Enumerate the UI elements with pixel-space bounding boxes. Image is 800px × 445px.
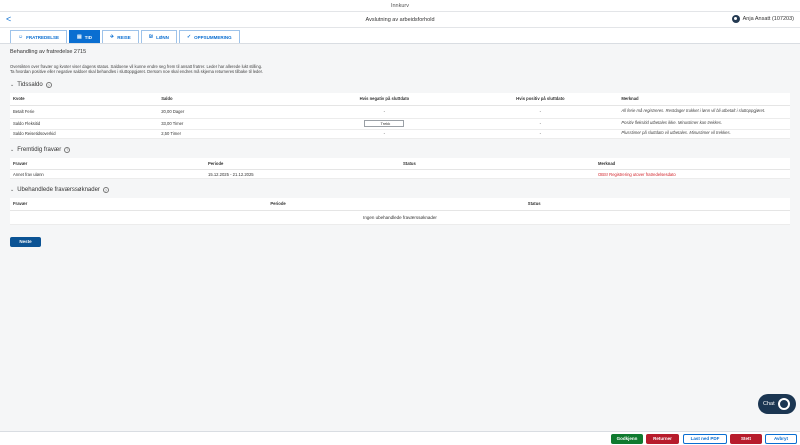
cell-pos: - [462,129,619,139]
tab-tid[interactable]: ▤ TID [69,30,101,43]
stop-button[interactable]: Stett [730,434,762,444]
user-menu[interactable]: Anja Ansatt (107203) [731,15,794,23]
column-header: Fravær [10,157,205,170]
cell-neg: - [306,129,463,139]
cell-merknad: Positiv fleksitid utbetales ikke. Minust… [618,118,790,130]
back-button[interactable]: < [6,14,11,24]
section-title: Tidssaldo [17,82,43,88]
info-icon[interactable]: ? [64,146,71,153]
tab-label: FRATREDELSE [26,34,60,40]
table-row: Betalt Ferie 20,00 Dager - - All ferie m… [10,105,790,119]
tidssaldo-header[interactable]: ⌄ Tidssaldo ? [10,82,790,88]
column-header: Kvote [10,93,159,106]
tab-label: TID [84,34,93,40]
return-button[interactable]: Returner [646,434,679,444]
tab-label: OPPSUMMERING [194,34,232,40]
tab-label: LØNN [156,34,169,40]
chevron-down-icon[interactable]: ⌄ [10,82,14,88]
chat-icon [777,398,790,410]
cell-neg: Trekk [306,118,463,130]
page-title: Avslutning av arbeidsforhold [365,16,435,23]
cell-kvote: Saldo Fleksitid [10,118,159,130]
user-name: Anja Ansatt (107203) [742,16,794,22]
column-header: Periode [205,157,400,170]
soknader-table: Fravær Periode Status Ingen ubehandlede … [10,198,790,225]
cell-merknad: OBS! Registrering utover fratredelsesdat… [595,169,790,179]
empty-row: Ingen ubehandlede fraværssøknader [10,210,790,225]
section-title: Ubehandlede fraværssøknader [17,187,100,193]
tab-fratredelse[interactable]: ☺ FRATREDELSE [10,30,68,43]
tab-oppsummering[interactable]: ✓ OPPSUMMERING [178,30,240,43]
cancel-button[interactable]: Avbryt [765,434,797,444]
chevron-down-icon[interactable]: ⌄ [10,187,14,193]
check-icon: ✓ [186,34,192,40]
column-header: Merknad [595,157,790,170]
column-header: Fravær [10,198,268,211]
table-row: Saldo Reisetidsoverkid 2,50 Timer - - Pl… [10,129,790,139]
app-title: Innkurv [0,0,800,12]
travel-icon: ✈ [110,34,115,40]
table-header-row: Fravær Periode Status [10,198,790,211]
chat-label: Chat [763,401,775,407]
info-icon[interactable]: ? [45,82,52,88]
cell-neg: - [306,105,463,119]
fravaer-table: Fravær Periode Status Merknad Annet frav… [10,157,790,179]
empty-message: Ingen ubehandlede fraværssøknader [10,210,790,225]
tab-reise[interactable]: ✈ REISE [102,30,139,43]
avatar-icon [731,15,740,23]
chat-button[interactable]: Chat [758,394,796,414]
column-header: Status [524,198,790,211]
column-header: Periode [267,198,525,211]
column-header: Merknad [618,93,790,106]
money-icon: ₪ [148,34,154,40]
cell-status [400,169,595,179]
table-header-row: Fravær Periode Status Merknad [10,157,790,170]
page-header: < Avslutning av arbeidsforhold Anja Ansa… [0,12,800,28]
cell-saldo: 33,00 Timer [158,118,307,130]
cell-saldo: 2,50 Timer [158,129,307,139]
cell-kvote: Saldo Reisetidsoverkid [10,129,159,139]
column-header: Hvis positiv på sluttdato [462,93,619,106]
column-header: Saldo [158,93,307,106]
info-icon[interactable]: ? [102,187,109,193]
cell-saldo: 20,00 Dager [158,105,307,119]
negative-handling-select[interactable]: Trekk [364,120,405,127]
cell-pos: - [462,105,619,119]
column-header: Status [400,157,595,170]
soknader-header[interactable]: ⌄ Ubehandlede fraværssøknader ? [10,187,790,193]
tidssaldo-table: Kvote Saldo Hvis negativ på sluttdato Hv… [10,93,790,139]
person-icon: ☺ [18,34,24,40]
next-button[interactable]: Neste [10,236,41,247]
cell-merknad: All ferie må registreres. Restdager truk… [618,105,790,119]
intro-text: Oversikten over fravær og kvoter viser d… [10,64,790,74]
cell-periode: 15.12.2025 - 21.12.2025 [205,169,400,179]
cell-fravaer: Annet frav ulønn [10,169,205,179]
page-heading: Behandling av fratredelse 2715 [10,49,87,55]
intro-line: Ta hvordan positive eller negative saldo… [10,69,264,74]
footer-toolbar: Godkjenn Returner Last ned PDF Stett Avb… [0,431,800,445]
column-header: Hvis negativ på sluttdato [306,93,463,106]
fravaer-header[interactable]: ⌄ Fremtidig fravær ? [10,146,790,153]
section-title: Fremtidig fravær [17,146,62,153]
tab-lonn[interactable]: ₪ LØNN [140,30,177,43]
table-row: Annet frav ulønn 15.12.2025 - 21.12.2025… [10,169,790,179]
tab-label: REISE [117,34,131,40]
tab-bar: ☺ FRATREDELSE ▤ TID ✈ REISE ₪ LØNN ✓ OPP… [0,28,800,44]
approve-button[interactable]: Godkjenn [611,434,643,444]
cell-kvote: Betalt Ferie [10,105,159,119]
calendar-icon: ▤ [77,34,82,40]
download-pdf-button[interactable]: Last ned PDF [683,434,727,444]
cell-merknad: Plusstimer på sluttdato vil utbetales. M… [618,129,790,139]
table-row: Saldo Fleksitid 33,00 Timer Trekk - Posi… [10,118,790,130]
table-header-row: Kvote Saldo Hvis negativ på sluttdato Hv… [10,93,790,106]
cell-pos: - [462,118,619,130]
chevron-down-icon[interactable]: ⌄ [10,147,14,153]
